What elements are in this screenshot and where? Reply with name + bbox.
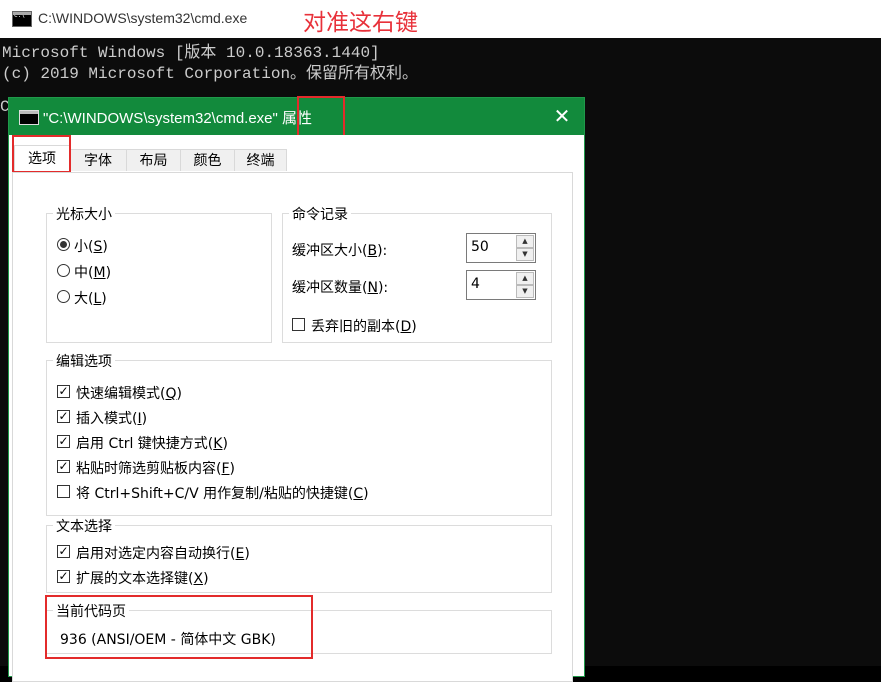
tab-layout[interactable]: 布局 — [126, 149, 181, 171]
close-icon[interactable]: ✕ — [540, 98, 584, 135]
ctrl-shift-cv-checkbox[interactable] — [57, 485, 70, 498]
buffer-count-value[interactable]: 4 — [471, 276, 480, 292]
annotation-right-click-here: 对准这右键 — [303, 10, 418, 36]
cursor-medium-radio[interactable] — [57, 264, 70, 277]
cmd-window-title[interactable]: C:\WINDOWS\system32\cmd.exe — [38, 10, 247, 26]
command-history-title: 命令记录 — [289, 204, 351, 224]
edit-options-title: 编辑选项 — [53, 351, 115, 371]
cmd-titlebar[interactable]: C:\WINDOWS\system32\cmd.exe 对准这右键 — [0, 0, 881, 38]
tab-bar: 选项 字体 布局 颜色 终端 — [9, 135, 584, 172]
ctrl-shortcuts-label[interactable]: 启用 Ctrl 键快捷方式(K) — [76, 433, 228, 453]
spin-down-icon[interactable]: ▼ — [516, 248, 534, 261]
line-wrap-selection-label[interactable]: 启用对选定内容自动换行(E) — [76, 543, 250, 563]
cursor-small-label[interactable]: 小(S) — [74, 236, 108, 256]
cursor-size-title: 光标大小 — [53, 204, 115, 224]
line-wrap-selection-checkbox[interactable]: ✓ — [57, 545, 70, 558]
ctrl-shift-cv-label[interactable]: 将 Ctrl+Shift+C/V 用作复制/粘贴的快捷键(C) — [76, 483, 369, 503]
cursor-small-radio[interactable] — [57, 238, 70, 251]
tab-font[interactable]: 字体 — [69, 149, 127, 171]
discard-duplicates-checkbox[interactable] — [292, 318, 305, 331]
highlight-properties — [297, 96, 345, 137]
highlight-code-page — [45, 595, 313, 659]
spin-up-icon[interactable]: ▲ — [516, 235, 534, 248]
buffer-size-spinner[interactable]: 50 ▲ ▼ — [466, 233, 536, 263]
cmd-icon — [19, 110, 39, 125]
spin-up-icon[interactable]: ▲ — [516, 272, 534, 285]
edit-options-group: 编辑选项 ✓ 快速编辑模式(Q) ✓ 插入模式(I) ✓ 启用 Ctrl 键快捷… — [46, 351, 552, 516]
console-line-copyright: (c) 2019 Microsoft Corporation。保留所有权利。 — [2, 65, 419, 83]
cursor-large-label[interactable]: 大(L) — [74, 288, 107, 308]
buffer-count-label: 缓冲区数量(N): — [292, 280, 389, 296]
insert-mode-checkbox[interactable]: ✓ — [57, 410, 70, 423]
cursor-medium-label[interactable]: 中(M) — [74, 262, 111, 282]
command-history-group: 命令记录 缓冲区大小(B): 50 ▲ ▼ 缓冲区数量(N): 4 ▲ ▼ 丢弃… — [282, 204, 552, 343]
buffer-size-label: 缓冲区大小(B): — [292, 243, 388, 259]
quick-edit-checkbox[interactable]: ✓ — [57, 385, 70, 398]
filter-clipboard-label[interactable]: 粘贴时筛选剪贴板内容(F) — [76, 458, 235, 478]
tab-terminal[interactable]: 终端 — [234, 149, 287, 171]
buffer-size-value[interactable]: 50 — [471, 239, 489, 255]
ctrl-shortcuts-checkbox[interactable]: ✓ — [57, 435, 70, 448]
text-selection-title: 文本选择 — [53, 516, 115, 536]
properties-dialog: "C:\WINDOWS\system32\cmd.exe" 属性 ✕ 选项 字体… — [8, 96, 585, 682]
extended-selection-keys-label[interactable]: 扩展的文本选择键(X) — [76, 568, 209, 588]
spin-down-icon[interactable]: ▼ — [516, 285, 534, 298]
cmd-icon[interactable] — [12, 11, 32, 27]
quick-edit-label[interactable]: 快速编辑模式(Q) — [76, 383, 182, 403]
filter-clipboard-checkbox[interactable]: ✓ — [57, 460, 70, 473]
tab-colors[interactable]: 颜色 — [180, 149, 235, 171]
text-selection-group: 文本选择 ✓ 启用对选定内容自动换行(E) ✓ 扩展的文本选择键(X) — [46, 516, 552, 593]
cursor-large-radio[interactable] — [57, 290, 70, 303]
highlight-options-tab — [12, 135, 71, 173]
dialog-title: "C:\WINDOWS\system32\cmd.exe" 属性 — [43, 110, 313, 127]
extended-selection-keys-checkbox[interactable]: ✓ — [57, 570, 70, 583]
buffer-count-spinner[interactable]: 4 ▲ ▼ — [466, 270, 536, 300]
discard-duplicates-label[interactable]: 丢弃旧的副本(D) — [311, 316, 417, 336]
insert-mode-label[interactable]: 插入模式(I) — [76, 408, 147, 428]
cursor-size-group: 光标大小 小(S) 中(M) 大(L) — [46, 204, 272, 343]
options-panel: 光标大小 小(S) 中(M) 大(L) 命令记录 缓冲区大小(B): 50 ▲ … — [12, 172, 573, 682]
